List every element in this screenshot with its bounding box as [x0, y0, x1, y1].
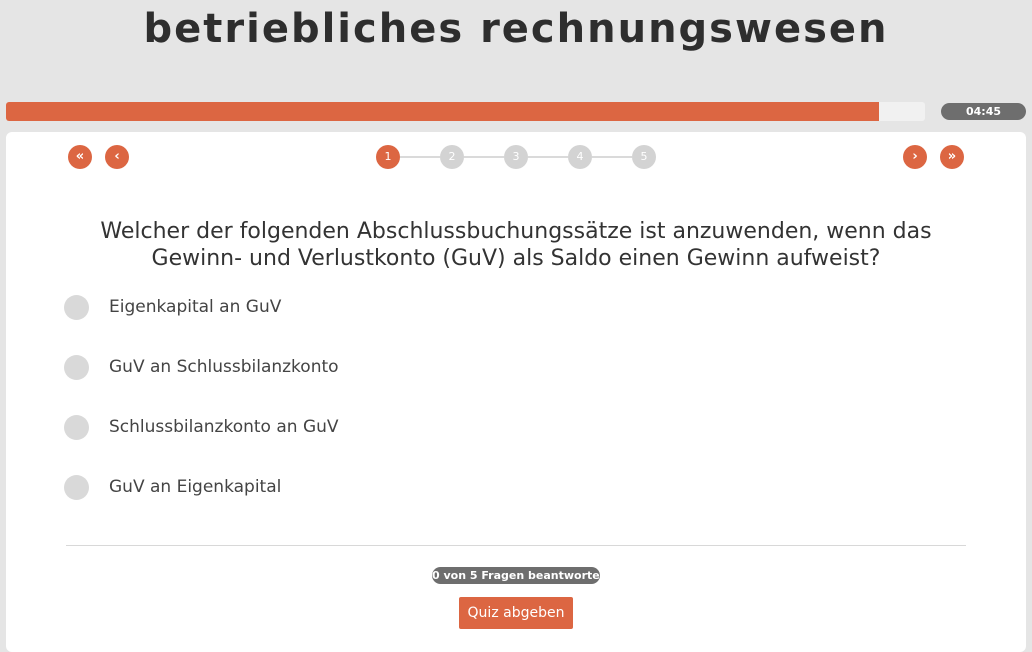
- double-chevron-left-icon: «: [75, 149, 85, 164]
- progress-bar: [6, 102, 925, 121]
- answered-count-badge: 0 von 5 Fragen beantwortet: [432, 567, 605, 584]
- double-chevron-right-icon: »: [947, 149, 957, 164]
- app-title: betriebliches rechnungswesen: [143, 6, 889, 52]
- timer-badge: 04:45: [941, 103, 1026, 120]
- chevron-right-icon: ›: [912, 149, 918, 164]
- divider: [66, 545, 966, 546]
- next-question-button[interactable]: ›: [903, 145, 927, 169]
- last-question-button[interactable]: »: [940, 145, 964, 169]
- submit-quiz-button[interactable]: Quiz abgeben: [459, 597, 573, 629]
- step-connector: [400, 156, 440, 158]
- answer-label[interactable]: GuV an Eigenkapital: [109, 477, 281, 497]
- radio-button[interactable]: [64, 415, 89, 440]
- step-3[interactable]: 3: [504, 145, 528, 169]
- step-4[interactable]: 4: [568, 145, 592, 169]
- question-text: Welcher der folgenden Abschlussbuchungss…: [100, 219, 932, 271]
- answer-label[interactable]: Eigenkapital an GuV: [109, 297, 281, 317]
- step-connector: [464, 156, 504, 158]
- chevron-left-icon: ‹: [114, 149, 120, 164]
- step-1[interactable]: 1: [376, 145, 400, 169]
- first-question-button[interactable]: «: [68, 145, 92, 169]
- radio-button[interactable]: [64, 355, 89, 380]
- progress-fill: [6, 102, 880, 121]
- step-connector: [592, 156, 632, 158]
- radio-button[interactable]: [64, 475, 89, 500]
- previous-question-button[interactable]: ‹: [105, 145, 129, 169]
- answer-label[interactable]: GuV an Schlussbilanzkonto: [109, 357, 339, 377]
- radio-button[interactable]: [64, 295, 89, 320]
- answer-label[interactable]: Schlussbilanzkonto an GuV: [109, 417, 339, 437]
- step-5[interactable]: 5: [632, 145, 656, 169]
- step-2[interactable]: 2: [440, 145, 464, 169]
- step-connector: [528, 156, 568, 158]
